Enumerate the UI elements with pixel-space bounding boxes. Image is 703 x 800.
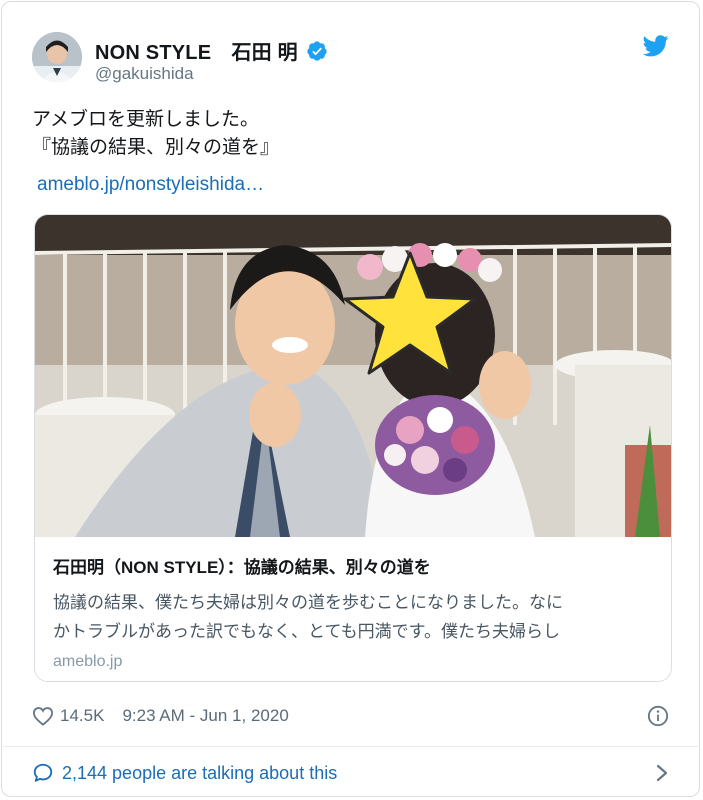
author-handle[interactable]: @gakuishida [95, 64, 194, 84]
link-preview-title[interactable]: 石田明（NON STYLE）：協議の結果、別々の道を [53, 553, 653, 578]
link-preview-description: 協議の結果、僕たち夫婦は別々の道を歩むことになりました。なに かトラブルがあった… [53, 588, 653, 646]
conversation-count[interactable]: 2,144 people are talking about this [62, 763, 337, 784]
author-row[interactable]: NON STYLE 石田 明 [95, 36, 328, 65]
verified-badge-icon [307, 40, 327, 61]
tweet-text: アメブロを更新しました。 『協議の結果、別々の道を』 [32, 106, 279, 162]
tweet-meta: 14.5K 9:23 AM - Jun 1, 2020 [32, 706, 289, 726]
description-line: 協議の結果、僕たち夫婦は別々の道を歩むことになりました。なに [53, 593, 563, 612]
like-count[interactable]: 14.5K [60, 706, 104, 726]
heart-icon[interactable] [32, 706, 54, 726]
tweet-text-line: アメブロを更新しました。 [32, 109, 260, 130]
divider [3, 746, 698, 747]
tweet-link[interactable]: ameblo.jp/nonstyleishida… [37, 174, 264, 196]
link-preview-card[interactable]: 石田明（NON STYLE）：協議の結果、別々の道を 協議の結果、僕たち夫婦は別… [34, 214, 672, 682]
tweet-timestamp[interactable]: 9:23 AM - Jun 1, 2020 [122, 706, 288, 726]
avatar[interactable] [32, 32, 82, 82]
author-name[interactable]: NON STYLE 石田 明 [95, 36, 298, 65]
conversation-link[interactable]: 2,144 people are talking about this [32, 762, 337, 784]
speech-bubble-icon [33, 763, 53, 782]
chevron-right-icon[interactable] [655, 764, 669, 782]
tweet-text-line: 『協議の結果、別々の道を』 [32, 137, 280, 158]
description-line: かトラブルがあった訳でもなく、とても円満です。僕たち夫婦らし [53, 622, 560, 641]
twitter-bird-icon[interactable] [643, 35, 669, 57]
info-icon[interactable] [647, 705, 669, 727]
link-preview-image [35, 215, 671, 537]
link-preview-body: 石田明（NON STYLE）：協議の結果、別々の道を 協議の結果、僕たち夫婦は別… [53, 553, 653, 671]
tweet-embed: NON STYLE 石田 明 @gakuishida アメブロを更新しました。 … [1, 1, 700, 797]
link-preview-domain: ameblo.jp [53, 653, 123, 670]
